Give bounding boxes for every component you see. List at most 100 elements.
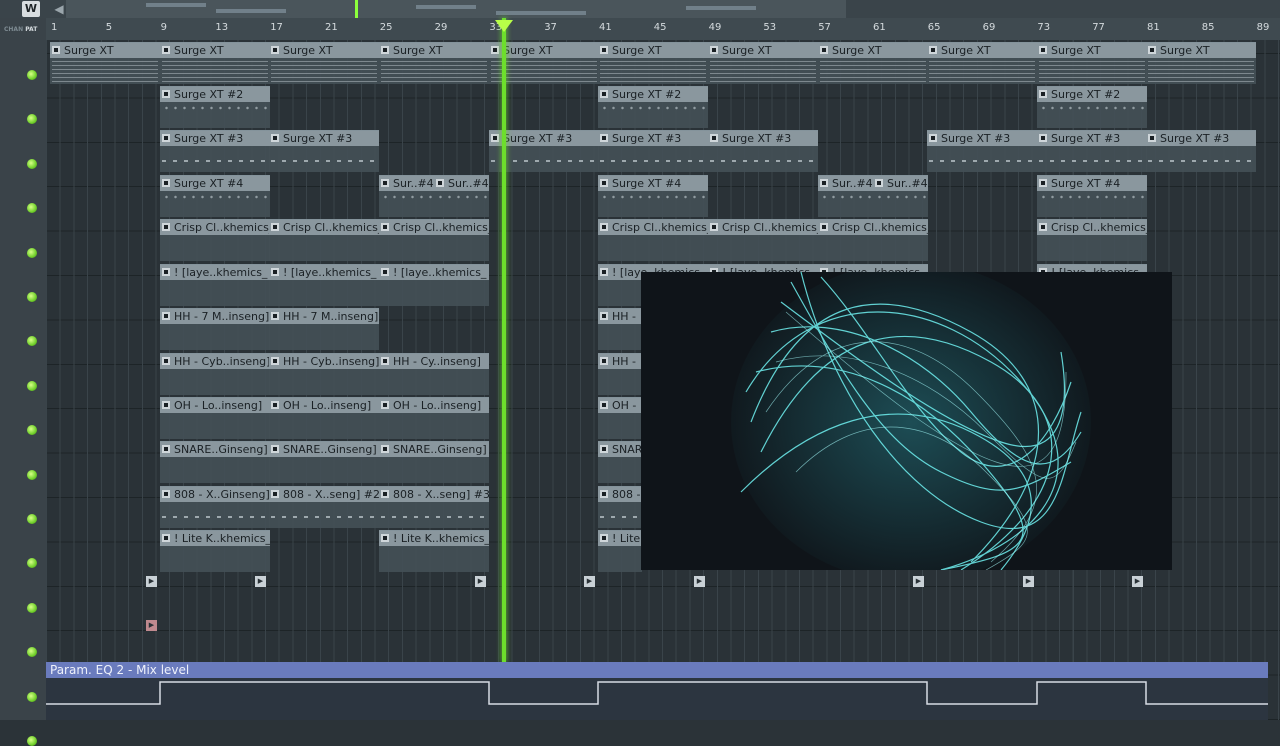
clip-crisp[interactable]: Crisp Cl..khemics_ — [818, 219, 928, 261]
clip-label: OH - Lo..inseng] — [160, 398, 270, 413]
clip-surge-xt-4[interactable]: Sur..#4 — [818, 175, 873, 217]
track-led[interactable] — [27, 380, 37, 391]
clip-crisp[interactable]: Crisp Cl..khemics_ — [1037, 219, 1147, 261]
clip-surge-xt[interactable]: Surge XT — [598, 42, 708, 84]
clip-crisp[interactable]: Crisp Cl..khemics_ — [269, 219, 379, 261]
playhead[interactable] — [502, 18, 506, 663]
clip-surge-xt[interactable]: Surge XT — [50, 42, 160, 84]
marker-icon[interactable]: ▶ — [1023, 576, 1034, 587]
marker-icon[interactable]: ▶ — [913, 576, 924, 587]
clip-808[interactable]: 808 - X..seng] #2 — [269, 486, 379, 528]
automation-lane[interactable] — [46, 678, 1268, 720]
track-led[interactable] — [27, 203, 37, 214]
clip-hh-7m[interactable]: HH - — [598, 308, 642, 350]
track-led[interactable] — [27, 469, 37, 480]
clip-laye[interactable]: ! [laye..khemics_ — [160, 264, 270, 306]
clip-laye[interactable]: ! [laye..khemics_ — [269, 264, 379, 306]
track-led[interactable] — [27, 336, 37, 347]
marker-icon[interactable]: ▶ — [146, 620, 157, 631]
clip-surge-xt[interactable]: Surge XT — [708, 42, 818, 84]
clip-lite[interactable]: ! Lite — [598, 530, 642, 572]
clip-surge-xt-4[interactable]: Surge XT #4 — [598, 175, 708, 217]
chan-pat-switch[interactable]: CHAN PAT — [4, 26, 37, 33]
track-led[interactable] — [27, 114, 37, 125]
clip-surge-xt-4[interactable]: Sur..#4 — [434, 175, 489, 217]
clip-snare[interactable]: SNARE..Ginseng] — [379, 441, 489, 483]
clip-oh[interactable]: OH - Lo..inseng] — [269, 397, 379, 439]
clip-hh-cyb[interactable]: HH - Cyb..inseng] — [269, 353, 379, 395]
clip-surge-xt-3[interactable]: Surge XT #3 — [160, 130, 270, 172]
clip-crisp[interactable]: Crisp Cl..khemics_ — [160, 219, 270, 261]
clip-808[interactable]: 808 - X..seng] #3 — [379, 486, 489, 528]
overview-cursor[interactable] — [355, 0, 358, 18]
clip-snare[interactable]: SNARE..Ginseng] — [269, 441, 379, 483]
timeline-ruler[interactable]: 1 5 9 13 17 21 25 29 33 37 41 45 49 53 57 61 65 69 73 77 81 8… — [46, 18, 1280, 41]
track-led[interactable] — [27, 691, 37, 702]
ruler-tick: 77 — [1092, 22, 1105, 33]
clip-oh[interactable]: OH - Lo..inseng] — [160, 397, 270, 439]
marker-icon[interactable]: ▶ — [255, 576, 266, 587]
clip-hh-7m[interactable]: HH - 7 M..inseng] — [160, 308, 270, 350]
marker-icon[interactable]: ▶ — [694, 576, 705, 587]
track-led[interactable] — [27, 425, 37, 436]
clip-surge-xt[interactable]: Surge XT — [1037, 42, 1147, 84]
track-led[interactable] — [27, 647, 37, 658]
track-led[interactable] — [27, 602, 37, 613]
clip-surge-xt[interactable]: Surge XT — [927, 42, 1037, 84]
clip-surge-xt-2[interactable]: Surge XT #2 — [598, 86, 708, 128]
clip-snare[interactable]: SNARE..Ginseng] — [160, 441, 270, 483]
clip-surge-xt-2[interactable]: Surge XT #2 — [1037, 86, 1147, 128]
clip-surge-xt-4[interactable]: Sur..#4 — [379, 175, 434, 217]
clip-surge-xt-4[interactable]: Surge XT #4 — [160, 175, 270, 217]
playhead-marker-icon[interactable] — [495, 20, 513, 32]
track-led[interactable] — [27, 70, 37, 80]
clip-crisp[interactable]: Crisp Cl..khemics_ — [379, 219, 489, 261]
clip-surge-xt-2[interactable]: Surge XT #2 — [160, 86, 270, 128]
clip-surge-xt[interactable]: Surge XT — [160, 42, 270, 84]
clip-808[interactable]: 808 - — [598, 486, 642, 528]
clip-808[interactable]: 808 - X..Ginseng] — [160, 486, 270, 528]
clip-label: Surge XT #4 — [160, 176, 270, 191]
clip-hh-cyb[interactable]: HH - — [598, 353, 642, 395]
clip-crisp[interactable]: Crisp Cl..khemics_ — [708, 219, 818, 261]
clip-hh-7m[interactable]: HH - 7 M..inseng] — [269, 308, 379, 350]
clip-surge-xt[interactable]: Surge XT — [818, 42, 928, 84]
clip-label: HH - 7 M..inseng] — [160, 309, 270, 324]
clip-surge-xt-4[interactable]: Sur..#4 — [873, 175, 928, 217]
clip-oh[interactable]: OH - Lo..inseng] — [379, 397, 489, 439]
clip-surge-xt-3[interactable]: Surge XT #3 — [1146, 130, 1256, 172]
clip-surge-xt-3[interactable]: Surge XT #3 — [1037, 130, 1147, 172]
clip-label: HH - Cyb..inseng] — [269, 354, 379, 369]
marker-icon[interactable]: ▶ — [584, 576, 595, 587]
track-led[interactable] — [27, 736, 37, 746]
scroll-left-icon[interactable]: ◀ — [52, 0, 66, 18]
clip-oh[interactable]: OH - — [598, 397, 642, 439]
marker-icon[interactable]: ▶ — [1132, 576, 1143, 587]
clip-surge-xt-3[interactable]: Surge XT #3 — [708, 130, 818, 172]
track-led[interactable] — [27, 514, 37, 524]
snap-button[interactable]: W — [22, 1, 40, 17]
clip-surge-xt-4[interactable]: Surge XT #4 — [1037, 175, 1147, 217]
clip-surge-xt-3[interactable]: Surge XT #3 — [598, 130, 708, 172]
marker-icon[interactable]: ▶ — [475, 576, 486, 587]
automation-clip-header[interactable]: Param. EQ 2 - Mix level — [46, 662, 1268, 678]
track-led[interactable] — [27, 158, 37, 169]
clip-hh-cyb[interactable]: HH - Cyb..inseng] — [160, 353, 270, 395]
playlist-overview[interactable] — [66, 0, 846, 18]
clip-surge-xt-3[interactable]: Surge XT #3 — [927, 130, 1037, 172]
clip-hh-cyb[interactable]: HH - Cy..inseng] — [379, 353, 489, 395]
clip-lite[interactable]: ! Lite K..khemics_ — [160, 530, 270, 572]
clip-surge-xt[interactable]: Surge XT — [269, 42, 379, 84]
marker-icon[interactable]: ▶ — [146, 576, 157, 587]
clip-surge-xt[interactable]: Surge XT — [379, 42, 489, 84]
clip-crisp[interactable]: Crisp Cl..khemics_ — [598, 219, 708, 261]
track-led[interactable] — [27, 292, 37, 302]
track-led[interactable] — [27, 558, 37, 569]
clip-label: 808 - — [598, 487, 642, 502]
track-led[interactable] — [27, 247, 37, 258]
clip-snare[interactable]: SNAR — [598, 441, 642, 483]
clip-lite[interactable]: ! Lite K..khemics_ — [379, 530, 489, 572]
clip-surge-xt-3[interactable]: Surge XT #3 — [269, 130, 379, 172]
clip-surge-xt[interactable]: Surge XT — [1146, 42, 1256, 84]
clip-laye[interactable]: ! [laye..khemics_ — [379, 264, 489, 306]
